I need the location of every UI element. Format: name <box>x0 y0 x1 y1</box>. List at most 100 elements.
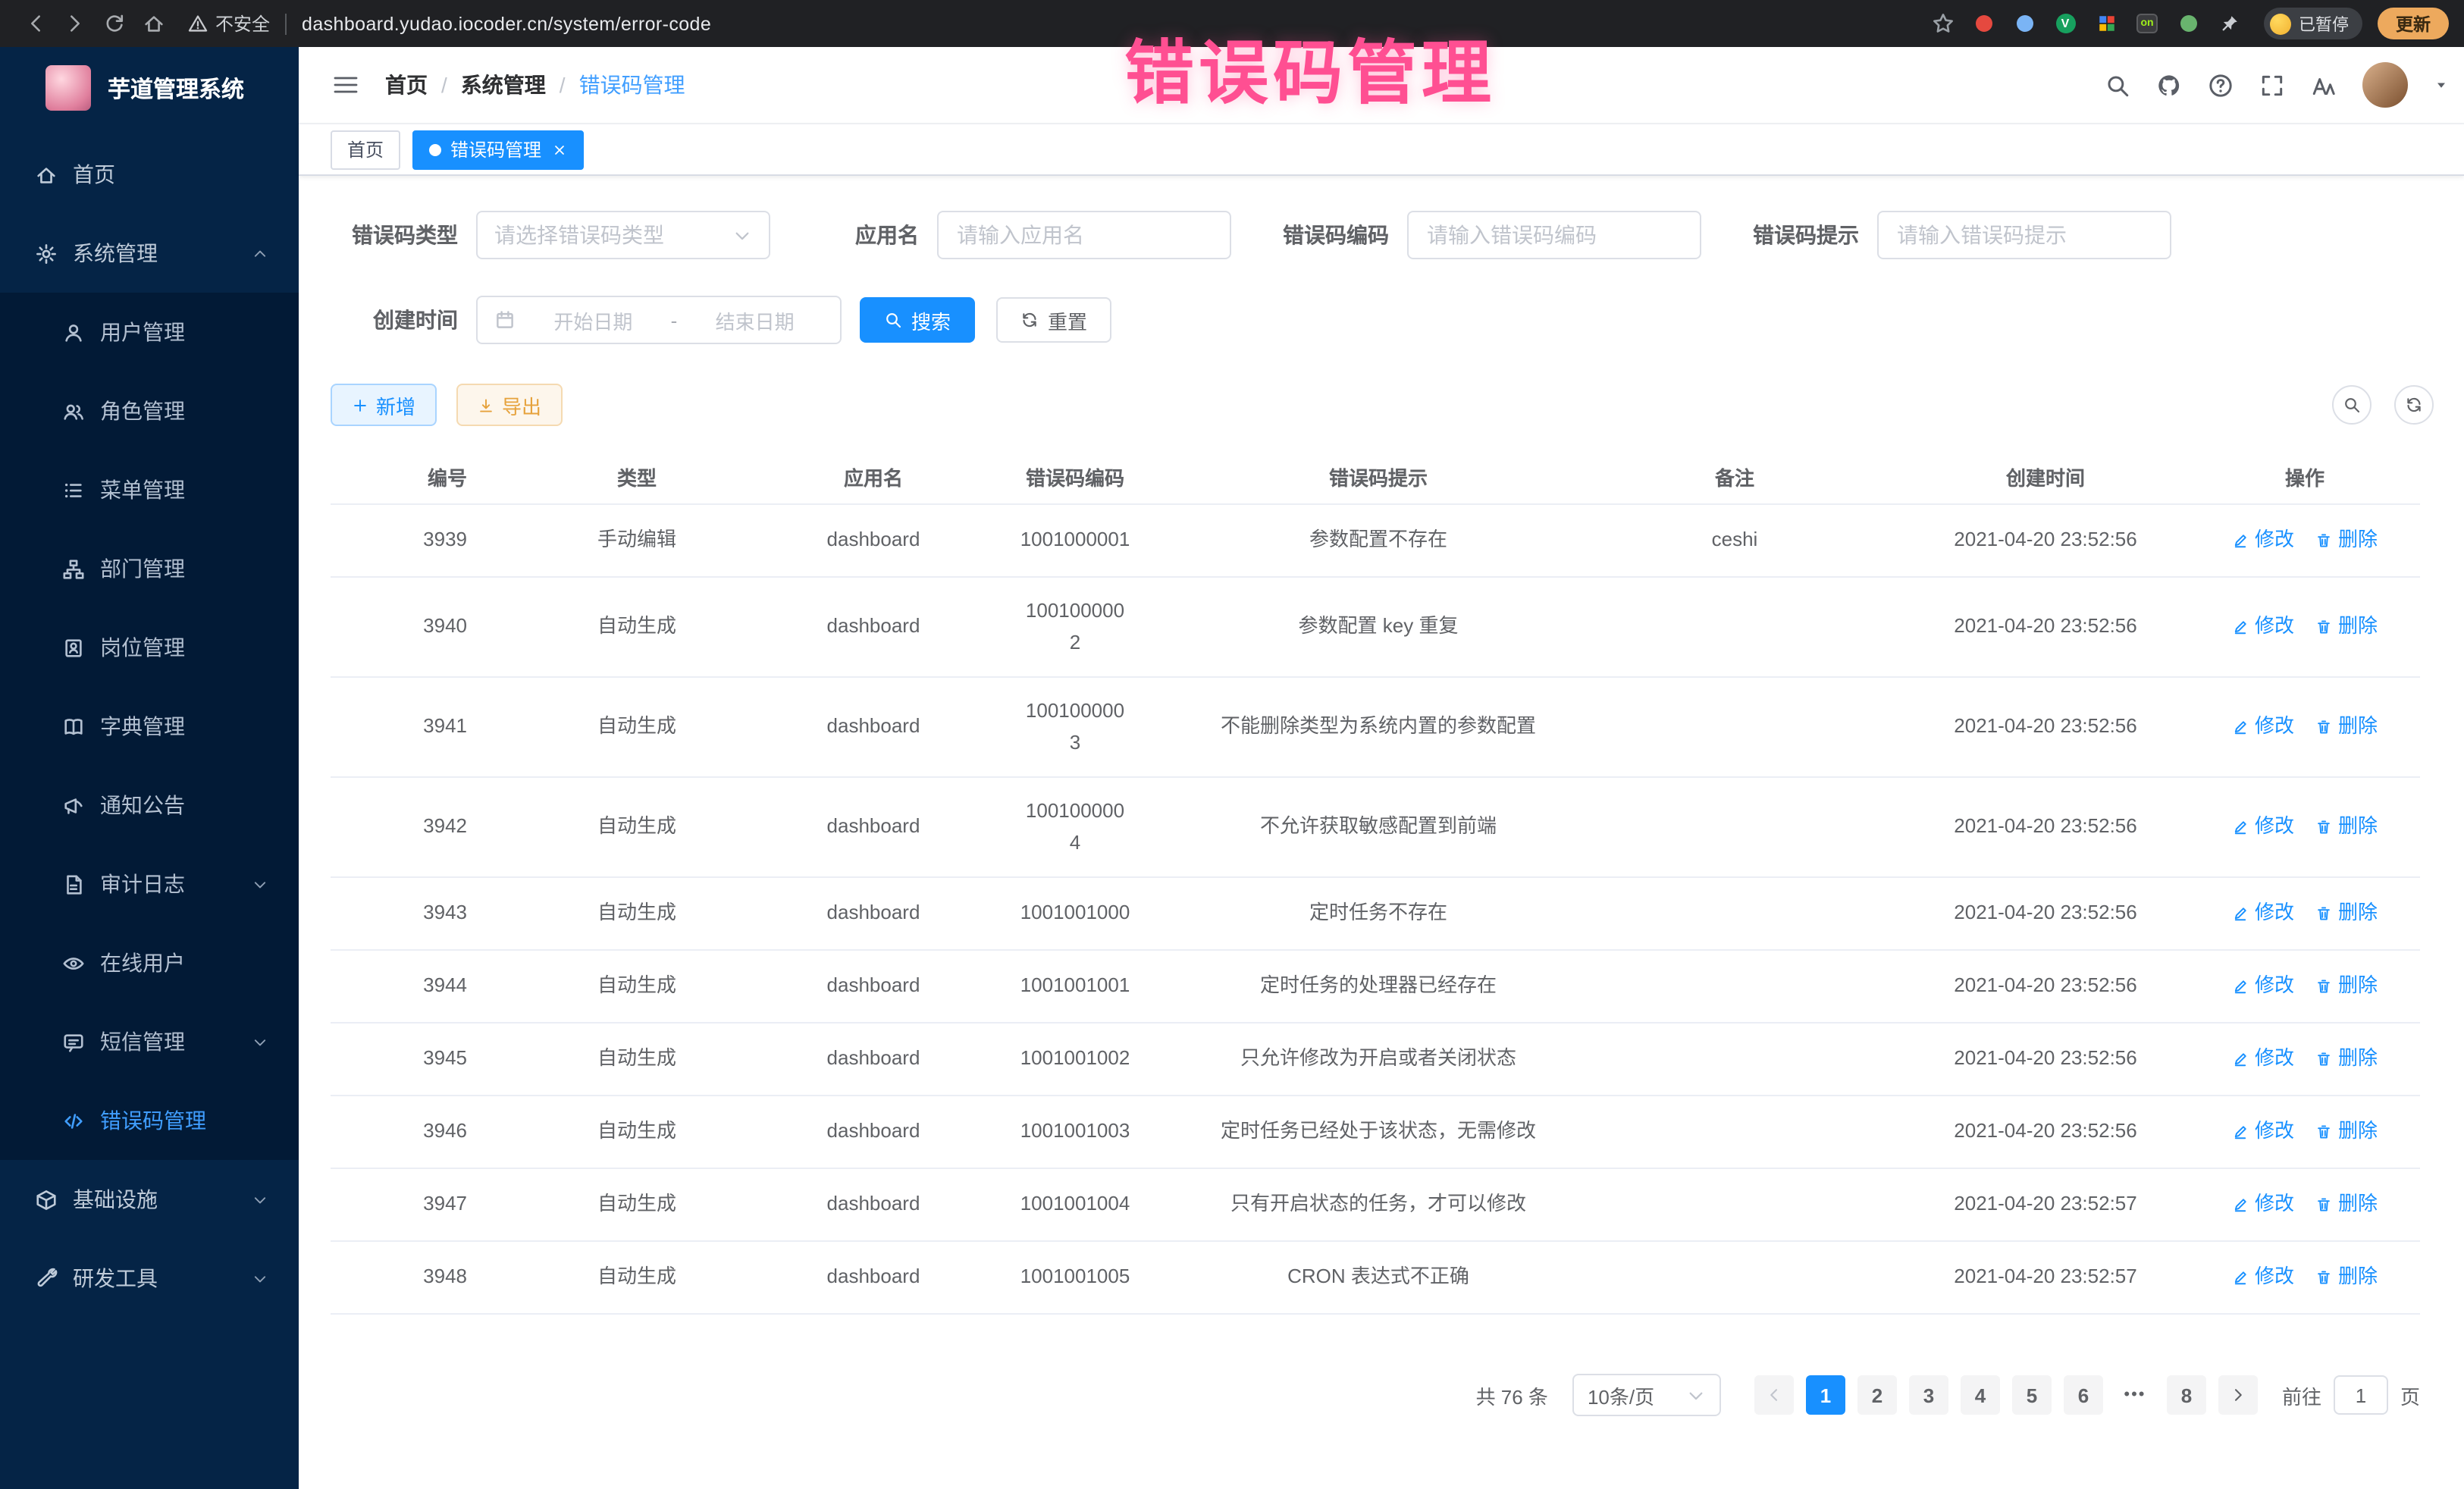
close-icon[interactable] <box>552 142 567 157</box>
edit-button[interactable]: 修改 <box>2232 811 2294 843</box>
sidebar-item-notice[interactable]: 通知公告 <box>0 766 299 845</box>
edit-button[interactable]: 修改 <box>2232 1189 2294 1221</box>
sidebar-item-system[interactable]: 系统管理 <box>0 214 299 293</box>
list-icon <box>62 478 85 501</box>
sidebar-item-menu[interactable]: 菜单管理 <box>0 450 299 529</box>
delete-button[interactable]: 删除 <box>2315 811 2378 843</box>
browser-home-icon[interactable] <box>133 4 173 43</box>
edit-button[interactable]: 修改 <box>2232 970 2294 1002</box>
edit-button[interactable]: 修改 <box>2232 1116 2294 1148</box>
delete-button[interactable]: 删除 <box>2315 1043 2378 1075</box>
date-range-picker[interactable]: 开始日期 - 结束日期 <box>476 296 842 344</box>
sidebar-item-post[interactable]: 岗位管理 <box>0 608 299 687</box>
error-hint-input[interactable] <box>1877 211 2171 259</box>
back-icon[interactable] <box>15 4 55 43</box>
sidebar-item-dev-tool[interactable]: 研发工具 <box>0 1239 299 1318</box>
page-button-3[interactable]: 3 <box>1909 1375 1948 1415</box>
add-button[interactable]: 新增 <box>331 384 437 426</box>
bookmark-star-icon[interactable] <box>1932 12 1955 35</box>
sidebar-item-audit-log[interactable]: 审计日志 <box>0 845 299 923</box>
app-name-input[interactable] <box>937 211 1231 259</box>
fullscreen-icon[interactable] <box>2259 72 2285 98</box>
navbar-actions <box>2105 62 2464 108</box>
page-button-5[interactable]: 5 <box>2012 1375 2052 1415</box>
delete-button[interactable]: 删除 <box>2315 611 2378 643</box>
page-button-4[interactable]: 4 <box>1961 1375 2000 1415</box>
dark-on-extension-icon[interactable]: on <box>2133 10 2161 37</box>
edit-button[interactable]: 修改 <box>2232 898 2294 929</box>
security-chip[interactable]: 不安全 <box>188 11 270 36</box>
breadcrumb-item[interactable]: 系统管理 <box>461 70 546 100</box>
page-button-8[interactable]: 8 <box>2167 1375 2206 1415</box>
sidebar-item-dict[interactable]: 字典管理 <box>0 687 299 766</box>
help-icon[interactable] <box>2208 72 2234 98</box>
edit-button[interactable]: 修改 <box>2232 1043 2294 1075</box>
sidebar-item-infra[interactable]: 基础设施 <box>0 1160 299 1239</box>
sidebar-item-error-code[interactable]: 错误码管理 <box>0 1081 299 1160</box>
export-button[interactable]: 导出 <box>456 384 563 426</box>
delete-button[interactable]: 删除 <box>2315 711 2378 743</box>
edit-button[interactable]: 修改 <box>2232 711 2294 743</box>
page-button-1[interactable]: 1 <box>1806 1375 1845 1415</box>
breadcrumb-item[interactable]: 首页 <box>385 70 428 100</box>
github-icon[interactable] <box>2156 72 2182 98</box>
delete-button[interactable]: 删除 <box>2315 1262 2378 1293</box>
sidebar-item-label: 错误码管理 <box>100 1105 299 1136</box>
pagination-ellipsis[interactable]: ••• <box>2115 1386 2155 1404</box>
delete-button[interactable]: 删除 <box>2315 970 2378 1002</box>
user-avatar[interactable] <box>2362 62 2408 108</box>
show-search-button[interactable] <box>2332 385 2372 425</box>
edit-button[interactable]: 修改 <box>2232 1262 2294 1293</box>
page-size-select[interactable]: 10条/页 <box>1572 1374 1721 1416</box>
cell-actions: 修改 删除 <box>2190 898 2420 929</box>
reload-icon[interactable] <box>94 4 133 43</box>
tab-home[interactable]: 首页 <box>331 130 400 169</box>
green-v-extension-icon[interactable]: V <box>2052 10 2079 37</box>
filter-label: 应用名 <box>822 220 919 250</box>
update-button[interactable]: 更新 <box>2378 8 2449 39</box>
hamburger-icon[interactable] <box>332 71 359 99</box>
caret-down-icon[interactable] <box>2434 77 2449 92</box>
cell-id: 3942 <box>331 811 488 843</box>
blue-drop-extension-icon[interactable] <box>2011 10 2038 37</box>
trash-icon <box>2315 719 2332 735</box>
error-code-input[interactable] <box>1407 211 1701 259</box>
next-page-button[interactable] <box>2218 1375 2258 1415</box>
app-logo[interactable]: 芋道管理系统 <box>0 47 299 129</box>
url-text[interactable]: dashboard.yudao.iocoder.cn/system/error-… <box>302 13 711 34</box>
font-size-icon[interactable] <box>2311 72 2337 98</box>
search-button[interactable]: 搜索 <box>860 297 975 343</box>
goto-page-input[interactable] <box>2334 1375 2388 1415</box>
delete-label: 删除 <box>2338 711 2378 743</box>
color-grid-extension-icon[interactable] <box>2093 10 2120 37</box>
delete-button[interactable]: 删除 <box>2315 898 2378 929</box>
reset-button[interactable]: 重置 <box>996 297 1111 343</box>
sidebar-item-sms[interactable]: 短信管理 <box>0 1002 299 1081</box>
delete-button[interactable]: 删除 <box>2315 1189 2378 1221</box>
edit-button[interactable]: 修改 <box>2232 611 2294 643</box>
edit-button[interactable]: 修改 <box>2232 525 2294 556</box>
forward-icon[interactable] <box>55 4 94 43</box>
sidebar-item-home[interactable]: 首页 <box>0 135 299 214</box>
red-circle-extension-icon[interactable] <box>1970 10 1997 37</box>
prev-page-button[interactable] <box>1754 1375 1794 1415</box>
search-icon[interactable] <box>2105 72 2130 98</box>
badge-icon <box>62 636 85 659</box>
delete-button[interactable]: 删除 <box>2315 525 2378 556</box>
page-button-2[interactable]: 2 <box>1857 1375 1897 1415</box>
paused-badge[interactable]: 已暂停 <box>2264 8 2362 39</box>
error-type-select[interactable]: 请选择错误码类型 <box>476 211 770 259</box>
sidebar-item-label: 系统管理 <box>73 238 252 268</box>
green-circle-extension-icon[interactable] <box>2174 10 2202 37</box>
delete-label: 删除 <box>2338 898 2378 929</box>
sidebar-item-online-user[interactable]: 在线用户 <box>0 923 299 1002</box>
sidebar-item-dept[interactable]: 部门管理 <box>0 529 299 608</box>
edit-icon <box>2232 1051 2249 1067</box>
delete-button[interactable]: 删除 <box>2315 1116 2378 1148</box>
page-button-6[interactable]: 6 <box>2064 1375 2103 1415</box>
black-pin-extension-icon[interactable] <box>2215 10 2243 37</box>
sidebar-item-user[interactable]: 用户管理 <box>0 293 299 371</box>
sidebar-item-role[interactable]: 角色管理 <box>0 371 299 450</box>
refresh-table-button[interactable] <box>2394 385 2434 425</box>
tab-error-code[interactable]: 错误码管理 <box>412 130 584 169</box>
